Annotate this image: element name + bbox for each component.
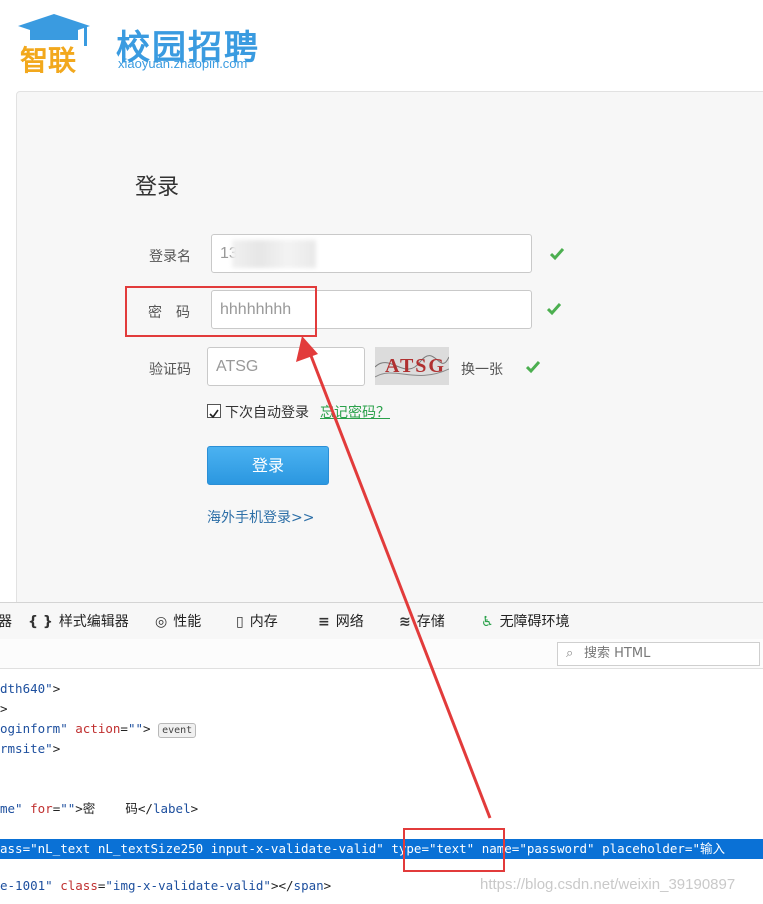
devtools-tab-accessibility[interactable]: ♿ 无障碍环境 [481,613,570,631]
tab-label: 内存 [249,614,278,630]
captcha-image[interactable]: ATSG [375,347,449,385]
annotation-box-password [125,286,317,337]
logo-badge-text: 智联 [20,44,76,76]
checkmark-icon [209,409,219,419]
watermark: https://blog.csdn.net/weixin_39190897 [480,876,736,893]
logo[interactable]: 智联 校园招聘 xiaoyuan.zhaopin.com [14,12,274,76]
memory-chip-icon: ▯ [236,614,244,630]
graduation-cap-icon: 智联 [18,14,90,76]
site-subtitle: xiaoyuan.zhaopin.com [118,56,248,71]
devtools-tab-network[interactable]: ≡ 网络 [318,613,364,631]
username-label: 登录名 [149,249,191,265]
captcha-label: 验证码 [149,362,191,378]
search-html-input[interactable]: ⌕ 搜索 HTML [557,642,760,666]
event-badge[interactable]: event [158,723,197,738]
captcha-input[interactable]: ATSG [207,347,365,386]
tab-label: 样式编辑器 [58,614,129,630]
valid-check-icon [547,303,561,316]
valid-check-icon [550,248,564,261]
valid-check-icon [526,361,540,374]
devtools-tab-performance[interactable]: ◎ 性能 [155,613,201,631]
refresh-captcha-link[interactable]: 换一张 [461,359,503,379]
remember-label: 下次自动登录 [225,405,309,421]
gauge-icon: ◎ [155,614,168,630]
overseas-phone-login-link[interactable]: 海外手机登录>> [207,507,314,527]
network-icon: ≡ [318,614,330,630]
captcha-image-text: ATSG [385,355,446,377]
accessibility-icon: ♿ [481,614,494,630]
selected-code-line[interactable]: ass="nL_text nL_textSize250 input-x-vali… [0,839,763,859]
devtools-toolbar: 器 { } 样式编辑器 ◎ 性能 ▯ 内存 ≡ 网络 ≋ 存储 ♿ 无障碍环境 [0,602,763,640]
code-line[interactable]: me" for="">密 码</label> [0,799,763,819]
braces-icon: { } [28,614,53,630]
devtools-tab-inspector[interactable]: 器 [0,613,12,631]
code-line[interactable]: rmsite"> [0,739,763,759]
redaction-mask [232,240,316,268]
forgot-password-link[interactable]: 忘记密码？ [320,402,390,422]
annotation-box-type-text [403,828,505,872]
remember-checkbox[interactable] [207,404,221,419]
code-line[interactable]: dth640"> [0,679,763,699]
tab-label: 无障碍环境 [499,614,570,630]
devtools-tab-memory[interactable]: ▯ 内存 [236,613,278,631]
database-icon: ≋ [399,614,411,630]
tab-label: 存储 [416,614,445,630]
tab-label: 性能 [173,614,202,630]
code-line[interactable]: oginform" action=""> event [0,719,763,739]
login-button[interactable]: 登录 [207,446,329,485]
search-placeholder: 搜索 HTML [584,646,651,661]
search-icon: ⌕ [566,646,574,661]
login-heading: 登录 [135,175,180,200]
devtools-tab-storage[interactable]: ≋ 存储 [399,613,445,631]
code-line[interactable]: > [0,699,763,719]
tab-label: 网络 [335,614,364,630]
devtools-tab-style-editor[interactable]: { } 样式编辑器 [28,613,129,631]
